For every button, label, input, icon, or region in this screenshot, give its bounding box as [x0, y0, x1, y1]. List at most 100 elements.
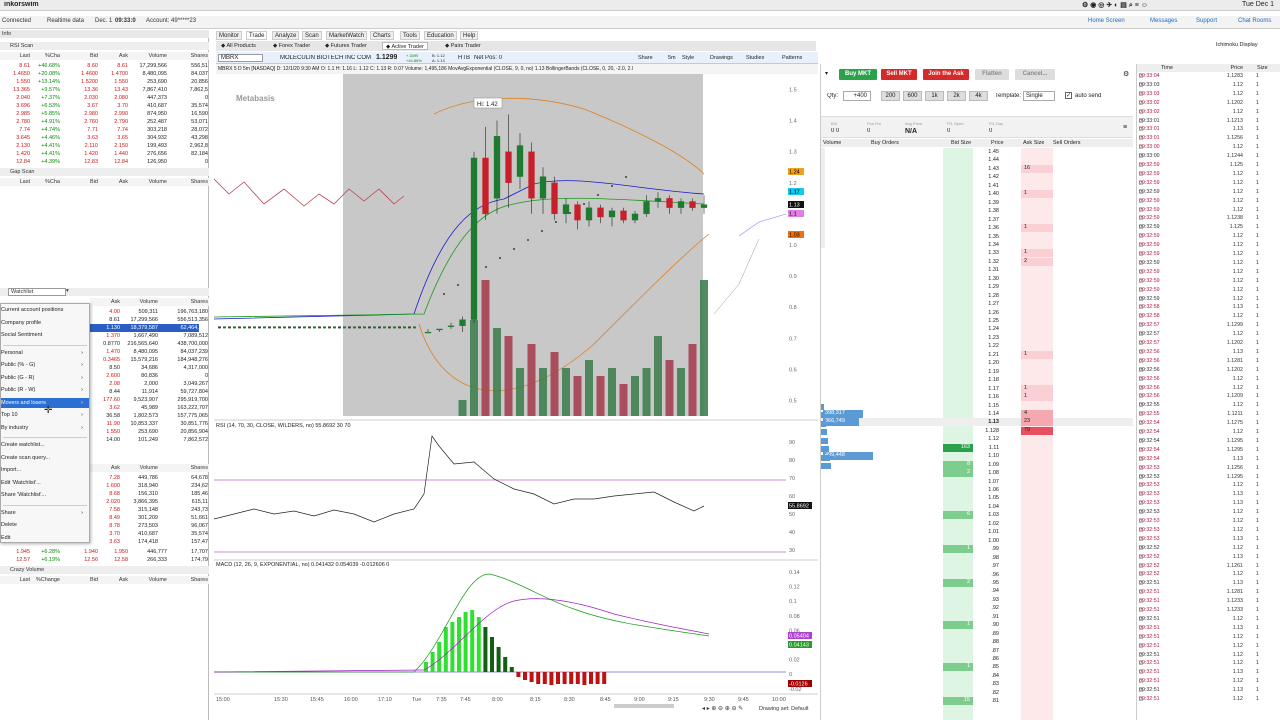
ladder-row[interactable]: 1.23	[821, 334, 1133, 342]
qty-input[interactable]: +400	[843, 91, 871, 101]
qty-preset-button[interactable]: 200	[881, 91, 900, 101]
ladder-row[interactable]: 1.08 2	[821, 469, 1133, 478]
table-row[interactable]: 3.696 +6.53% 3.67 3.70 410,687 35,574	[0, 102, 209, 110]
ladder-row[interactable]: 1.29	[821, 283, 1133, 291]
menu-item[interactable]: Social Sentiment	[1, 330, 89, 340]
bid-size-cell[interactable]: 163	[943, 443, 973, 452]
ladder-row[interactable]: 1.128 79	[821, 426, 1133, 435]
bid-size-cell[interactable]: 15	[943, 697, 973, 706]
subtab-active-trader[interactable]: ◆ Active Trader	[382, 42, 428, 50]
ladder-row[interactable]: 1.20	[821, 359, 1133, 367]
ladder-row[interactable]: 1.13 23 366,749	[821, 418, 1133, 427]
bid-size-cell[interactable]: 1	[943, 621, 973, 630]
ladder-row[interactable]: .93	[821, 596, 1133, 604]
ladder-row[interactable]: 1.15	[821, 402, 1133, 410]
bid-size-cell[interactable]: 6	[943, 511, 973, 520]
column-header[interactable]: %Cha	[32, 179, 60, 185]
table-row[interactable]: 2.780 +4.91% 2.760 2.790 252,487 53,071	[0, 118, 209, 126]
table-row[interactable]: 1.550 +13.14% 1.5200 1.550 253,690 20,856	[0, 78, 209, 86]
menu-item[interactable]: Public (R - W) ›	[1, 385, 89, 395]
ladder-row[interactable]: 1.17 1	[821, 384, 1133, 393]
ladder-row[interactable]: 1.06	[821, 486, 1133, 494]
gap-scan-header[interactable]: Gap Scan	[0, 168, 209, 176]
subtab-futures-trader[interactable]: ◆ Futures Trader	[322, 42, 370, 50]
table-row[interactable]: 1.945 +6.28% 1.940 1.950 446,777 17,707	[0, 548, 209, 556]
toolbar-patterns[interactable]: Patterns	[782, 55, 802, 61]
table-row[interactable]: 2.130 +4.41% 2.110 2.150 199,493 2,962,8	[0, 142, 209, 150]
column-header[interactable]: Shares	[160, 299, 208, 305]
menu-item[interactable]: Delete	[1, 520, 89, 530]
ladder-row[interactable]: 1.41	[821, 182, 1133, 190]
ladder-row[interactable]: 1.39	[821, 199, 1133, 207]
chevron-down-icon[interactable]: ▾	[66, 288, 69, 294]
toolbar-studies[interactable]: Studies	[746, 55, 764, 61]
bid-size-cell[interactable]: 2	[943, 578, 973, 587]
column-header[interactable]: Ask	[100, 179, 128, 185]
ladder-row[interactable]: .94	[821, 587, 1133, 595]
column-header[interactable]: Volume	[133, 577, 167, 583]
column-header[interactable]: Volume	[133, 179, 167, 185]
tab-help[interactable]: Help	[460, 31, 479, 40]
ladder-row[interactable]: 1.22	[821, 342, 1133, 350]
ladder-row[interactable]: .91	[821, 613, 1133, 621]
ladder-row[interactable]: 1.36 1	[821, 224, 1133, 233]
ladder-row[interactable]: .90 1	[821, 621, 1133, 630]
ladder-row[interactable]: 1.31	[821, 266, 1133, 274]
table-row[interactable]: 1.420 +4.41% 1.420 1.440 276,656 82,184	[0, 150, 209, 158]
ladder-row[interactable]: .88	[821, 638, 1133, 646]
collapse-chevron-icon[interactable]: ▾	[825, 70, 828, 77]
ladder-row[interactable]: .99 1	[821, 545, 1133, 554]
column-header[interactable]: Shares	[160, 465, 208, 471]
ladder-row[interactable]: 1.33 1	[821, 249, 1133, 258]
column-header[interactable]: Volume	[122, 299, 158, 305]
bid-size-cell[interactable]: 2	[943, 469, 973, 478]
column-header[interactable]: Ask	[100, 53, 128, 59]
ask-size-cell[interactable]: 1	[1021, 350, 1053, 359]
ask-size-cell[interactable]: 16	[1021, 164, 1053, 173]
column-header[interactable]: Ask	[92, 299, 120, 305]
home-screen-link[interactable]: Home Screen	[1088, 18, 1125, 24]
watchlist-row[interactable]: 1.130 18,379,587 62,464,564	[90, 324, 208, 332]
ladder-row[interactable]: 1.05	[821, 494, 1133, 502]
bid-size-cell[interactable]: 1	[943, 663, 973, 672]
subtab-forex-trader[interactable]: ◆ Forex Trader	[270, 42, 313, 50]
ladder-row[interactable]: 1.02	[821, 520, 1133, 528]
ladder-row[interactable]: 1.37	[821, 216, 1133, 224]
join-ask-button[interactable]: Join the Ask	[923, 69, 969, 80]
ladder-row[interactable]: 1.00	[821, 537, 1133, 545]
table-row[interactable]: 2.040 +7.37% 2.030 2.080 447,373 0	[0, 94, 209, 102]
column-header[interactable]: Volume	[133, 53, 167, 59]
toolbar-style[interactable]: Style	[682, 55, 694, 61]
ask-size-cell[interactable]: 1	[1021, 384, 1053, 393]
ladder-row[interactable]: .92	[821, 604, 1133, 612]
ladder-row[interactable]: .87	[821, 647, 1133, 655]
ladder-row[interactable]: .89	[821, 630, 1133, 638]
menu-item[interactable]: Import...	[1, 465, 89, 475]
ask-size-cell[interactable]: 1	[1021, 224, 1053, 233]
qty-preset-button[interactable]: 4k	[969, 91, 988, 101]
symbol-input[interactable]: MBRX	[218, 54, 263, 62]
menu-item[interactable]: Create scan query...	[1, 453, 89, 463]
ladder-row[interactable]: .84	[821, 672, 1133, 680]
zoom-controls-icon[interactable]: ◂ ▸ ⊕ ⊖ ⊕ ⊖ ✎	[702, 705, 743, 712]
ladder-row[interactable]: 1.01	[821, 528, 1133, 536]
column-header[interactable]: Shares	[168, 53, 208, 59]
tab-marketwatch[interactable]: MarketWatch	[326, 31, 368, 40]
table-row[interactable]: 7.74 +4.74% 7.71 7.74 303,218 28,072	[0, 126, 209, 134]
menu-item[interactable]: Share ›	[1, 508, 89, 518]
ladder-row[interactable]: .98	[821, 554, 1133, 562]
menu-item[interactable]: Public (% - G) ›	[1, 360, 89, 370]
column-header[interactable]: Ask	[100, 577, 128, 583]
ladder-row[interactable]: 1.44	[821, 156, 1133, 164]
watchlist-selector[interactable]: Watchlist	[8, 288, 66, 296]
ask-size-cell[interactable]: 79	[1021, 426, 1053, 435]
ask-size-cell[interactable]: 1	[1021, 393, 1053, 402]
column-header[interactable]: Ask	[92, 465, 120, 471]
column-header[interactable]: Bid	[70, 53, 98, 59]
qty-preset-button[interactable]: 1k	[925, 91, 944, 101]
subtab-pairs-trader[interactable]: ◆ Pairs Trader	[442, 42, 484, 50]
ladder-row[interactable]: .82	[821, 689, 1133, 697]
ladder-row[interactable]: 1.24	[821, 325, 1133, 333]
column-header[interactable]: Last	[2, 577, 30, 583]
ladder-row[interactable]: 1.14 4 398,317	[821, 409, 1133, 418]
